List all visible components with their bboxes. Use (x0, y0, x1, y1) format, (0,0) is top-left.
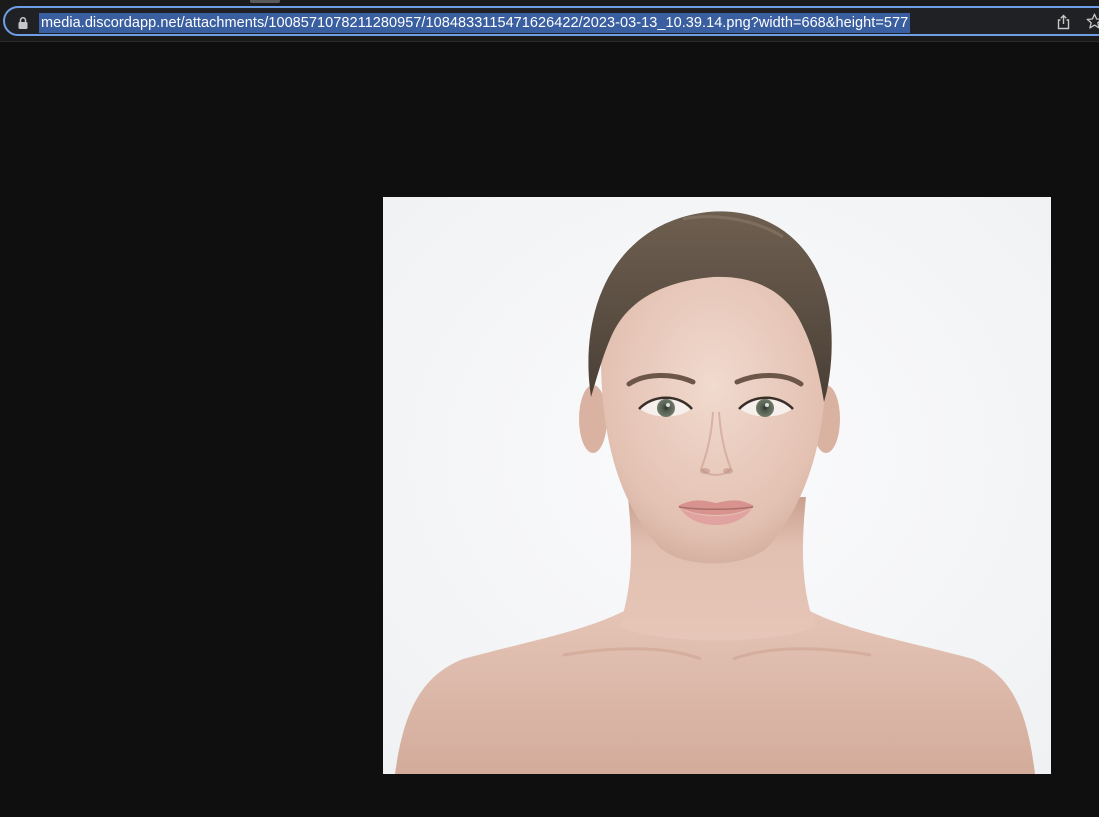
url-text[interactable]: media.discordapp.net/attachments/1008571… (39, 13, 911, 33)
lock-icon[interactable] (17, 16, 29, 30)
address-bar[interactable]: media.discordapp.net/attachments/1008571… (3, 6, 1099, 36)
portrait-image[interactable] (383, 197, 1051, 774)
browser-toolbar: media.discordapp.net/attachments/1008571… (0, 0, 1099, 42)
portrait-illustration (383, 197, 1051, 774)
star-icon[interactable] (1086, 13, 1099, 30)
tab-indicator (250, 0, 280, 3)
share-icon[interactable] (1056, 14, 1071, 30)
